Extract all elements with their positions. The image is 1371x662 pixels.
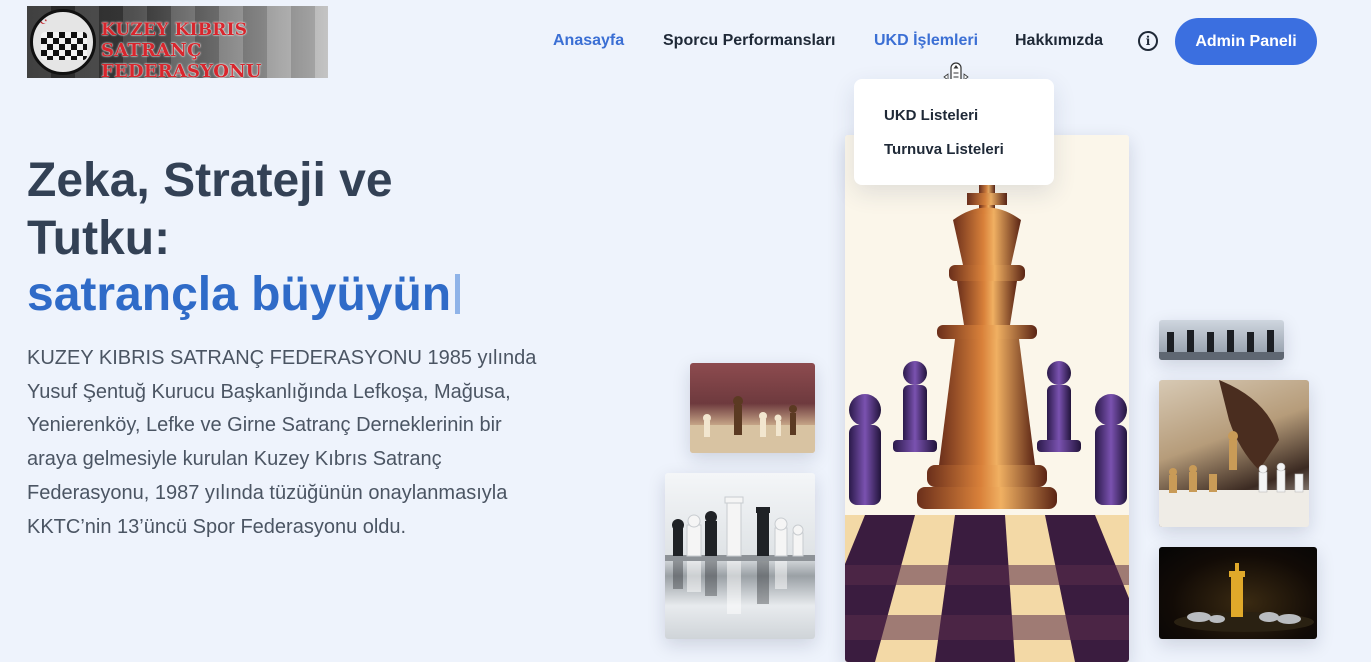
dropdown-item-turnuva-listeleri[interactable]: Turnuva Listeleri [884,141,1004,158]
chessboard-icon [41,32,87,60]
nav-hakkimizda[interactable]: Hakkımızda [1015,32,1103,50]
nav-sporcu-performanslari[interactable]: Sporcu Performansları [663,32,836,50]
crescent-star-icon: ☪ [39,16,48,27]
hero-title: Zeka, Strateji ve Tutku: [27,154,393,265]
federation-logo[interactable]: ☪ KUZEY KIBRIS SATRANÇ FEDERASYONU [27,6,328,78]
logo-line-1: KUZEY KIBRIS [101,20,248,40]
hero-description: KUZEY KIBRIS SATRANÇ FEDERASYONU 1985 yı… [27,347,537,538]
chess-king-painting [845,135,1129,662]
logo-line-2: SATRANÇ FEDERASYONU [101,40,262,78]
logo-seal: ☪ [30,9,96,75]
admin-panel-button[interactable]: Admin Paneli [1175,18,1317,65]
hero-accent-text: satrançla büyüyün [27,268,452,321]
chess-hand-move-photo [1159,380,1309,527]
gold-king-silver-pieces-photo [1159,547,1317,639]
typing-caret [455,274,461,314]
hero-accent-line: satrançla büyüyün [27,266,461,324]
ukd-dropdown-menu: UKD Listeleri Turnuva Listeleri [854,79,1054,185]
nav-anasayfa[interactable]: Anasayfa [553,32,624,50]
dropdown-item-ukd-listeleri[interactable]: UKD Listeleri [884,107,978,124]
nav-ukd-islemleri[interactable]: UKD İşlemleri [874,32,978,50]
chess-pieces-photo-red [690,363,815,453]
info-circle-icon[interactable]: i [1138,31,1158,51]
chess-pieces-photo-white [665,473,815,639]
chess-board-photo-strip [1159,320,1284,360]
